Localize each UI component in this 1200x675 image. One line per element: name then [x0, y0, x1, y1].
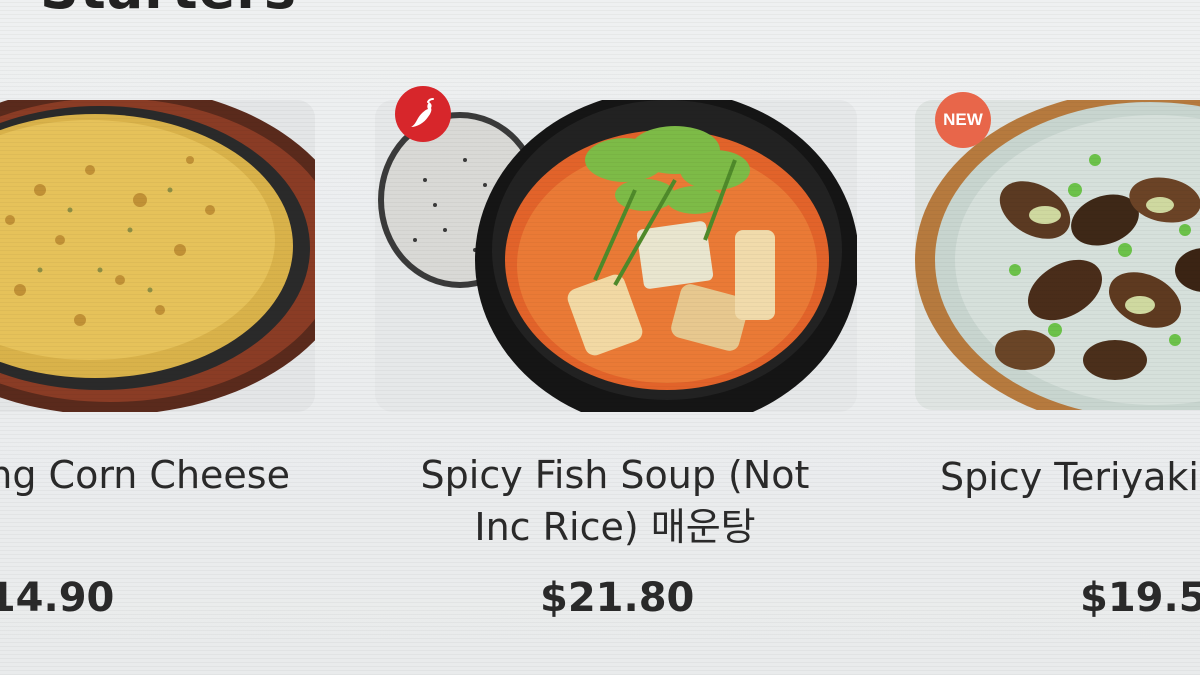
chili-icon — [395, 86, 451, 142]
menu-item-name-line1: Spicy Fish Soup (Not — [420, 453, 810, 497]
menu-item-card-teriyaki[interactable]: NEW Spicy Teriyaki $19.5 — [915, 92, 1200, 660]
menu-item-price: $19.50 — [1080, 575, 1200, 621]
menu-screen: Starters — [0, 0, 1200, 675]
section-title: Starters — [40, 0, 297, 21]
menu-item-price: $14.90 — [0, 575, 115, 621]
new-badge: NEW — [935, 92, 991, 148]
menu-item-name: Sizzling Corn Cheese — [0, 453, 290, 497]
menu-item-name-line2: Inc Rice) 매운탕 — [474, 505, 756, 549]
fish-soup-photo[interactable] — [375, 100, 857, 412]
corn-cheese-photo[interactable] — [0, 100, 315, 412]
menu-item-card-corn-cheese[interactable]: Sizzling Corn Cheese $14.90 — [0, 100, 420, 660]
menu-item-name: Spicy Teriyaki — [940, 455, 1199, 499]
menu-item-price: $21.80 — [540, 575, 695, 621]
menu-item-card-fish-soup[interactable]: Spicy Fish Soup (Not Inc Rice) 매운탕 $21.8… — [375, 86, 857, 660]
